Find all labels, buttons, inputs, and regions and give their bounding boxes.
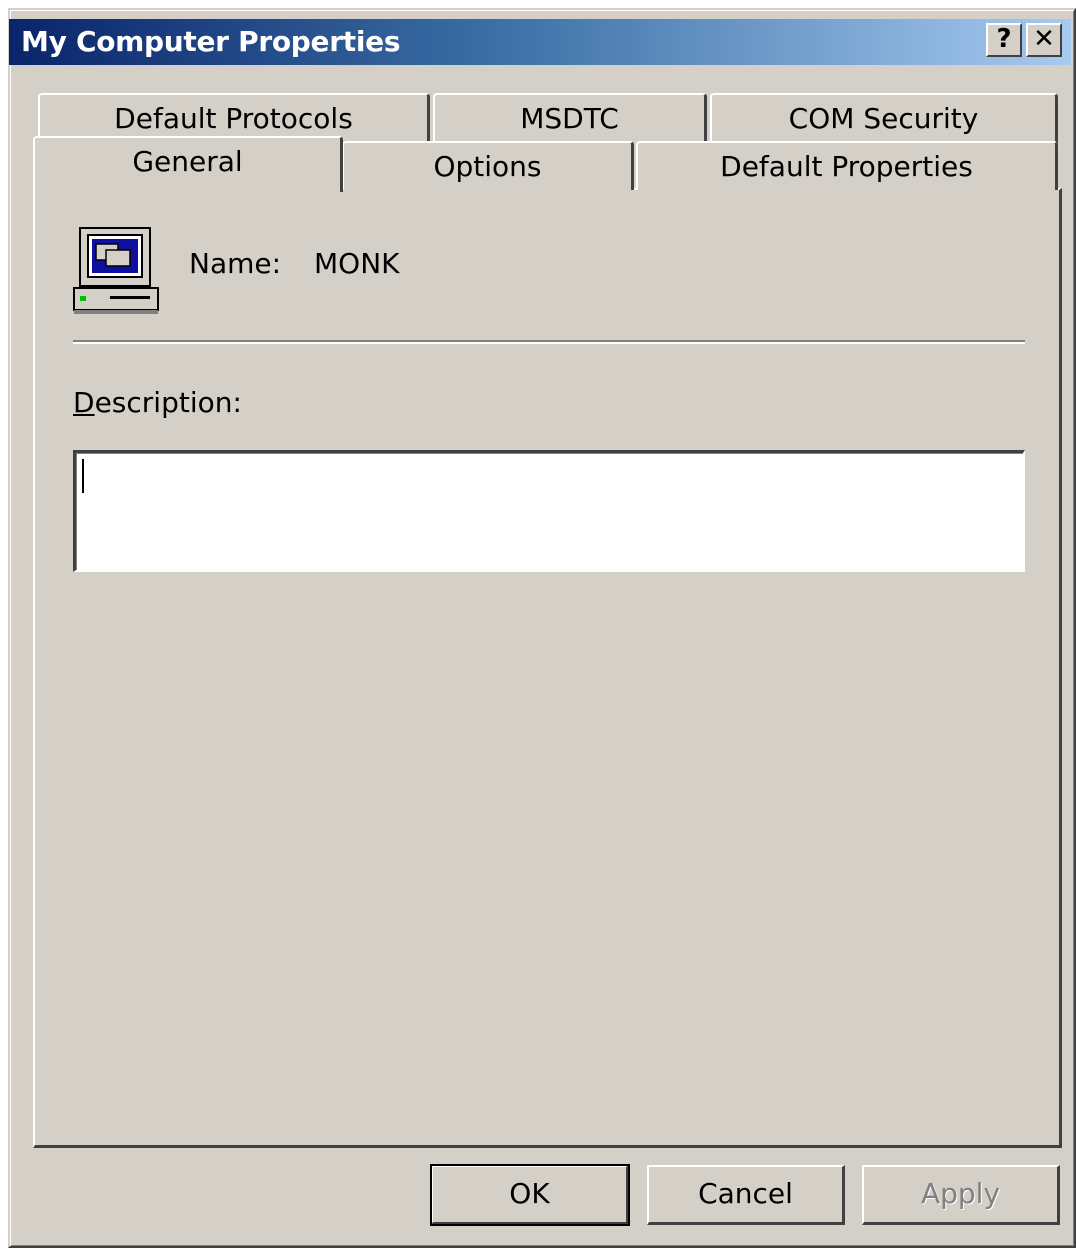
- tab-options[interactable]: Options: [342, 141, 634, 190]
- description-mnemonic: D: [73, 386, 95, 419]
- help-button[interactable]: ?: [986, 23, 1022, 57]
- tab-panel-general: [33, 188, 1062, 1148]
- close-button[interactable]: ✕: [1026, 23, 1062, 57]
- help-icon: ?: [996, 24, 1012, 54]
- tab-label: Options: [433, 150, 542, 183]
- tab-label: COM Security: [788, 102, 979, 135]
- apply-button[interactable]: Apply: [862, 1165, 1060, 1225]
- description-input[interactable]: [73, 450, 1025, 572]
- close-icon: ✕: [1033, 24, 1055, 54]
- tab-general[interactable]: General: [33, 136, 343, 192]
- computer-icon: [73, 227, 159, 314]
- title-bar[interactable]: My Computer Properties ? ✕: [9, 19, 1071, 65]
- name-value: MONK: [314, 247, 400, 280]
- name-label: Name:: [189, 247, 282, 280]
- tab-msdtc[interactable]: MSDTC: [433, 93, 707, 143]
- ok-button[interactable]: OK: [430, 1164, 630, 1226]
- separator: [73, 340, 1025, 344]
- text-caret: [82, 459, 84, 493]
- tab-label: Default Protocols: [114, 102, 353, 135]
- window-title: My Computer Properties: [21, 25, 401, 58]
- description-label-text: escription:: [94, 386, 242, 419]
- tab-label: General: [132, 145, 243, 178]
- tab-com-security[interactable]: COM Security: [710, 93, 1058, 143]
- tab-label: MSDTC: [520, 102, 619, 135]
- description-label: Description:: [73, 386, 242, 419]
- tab-label: Default Properties: [720, 150, 973, 183]
- cancel-button[interactable]: Cancel: [647, 1165, 845, 1225]
- tab-default-properties[interactable]: Default Properties: [636, 141, 1058, 190]
